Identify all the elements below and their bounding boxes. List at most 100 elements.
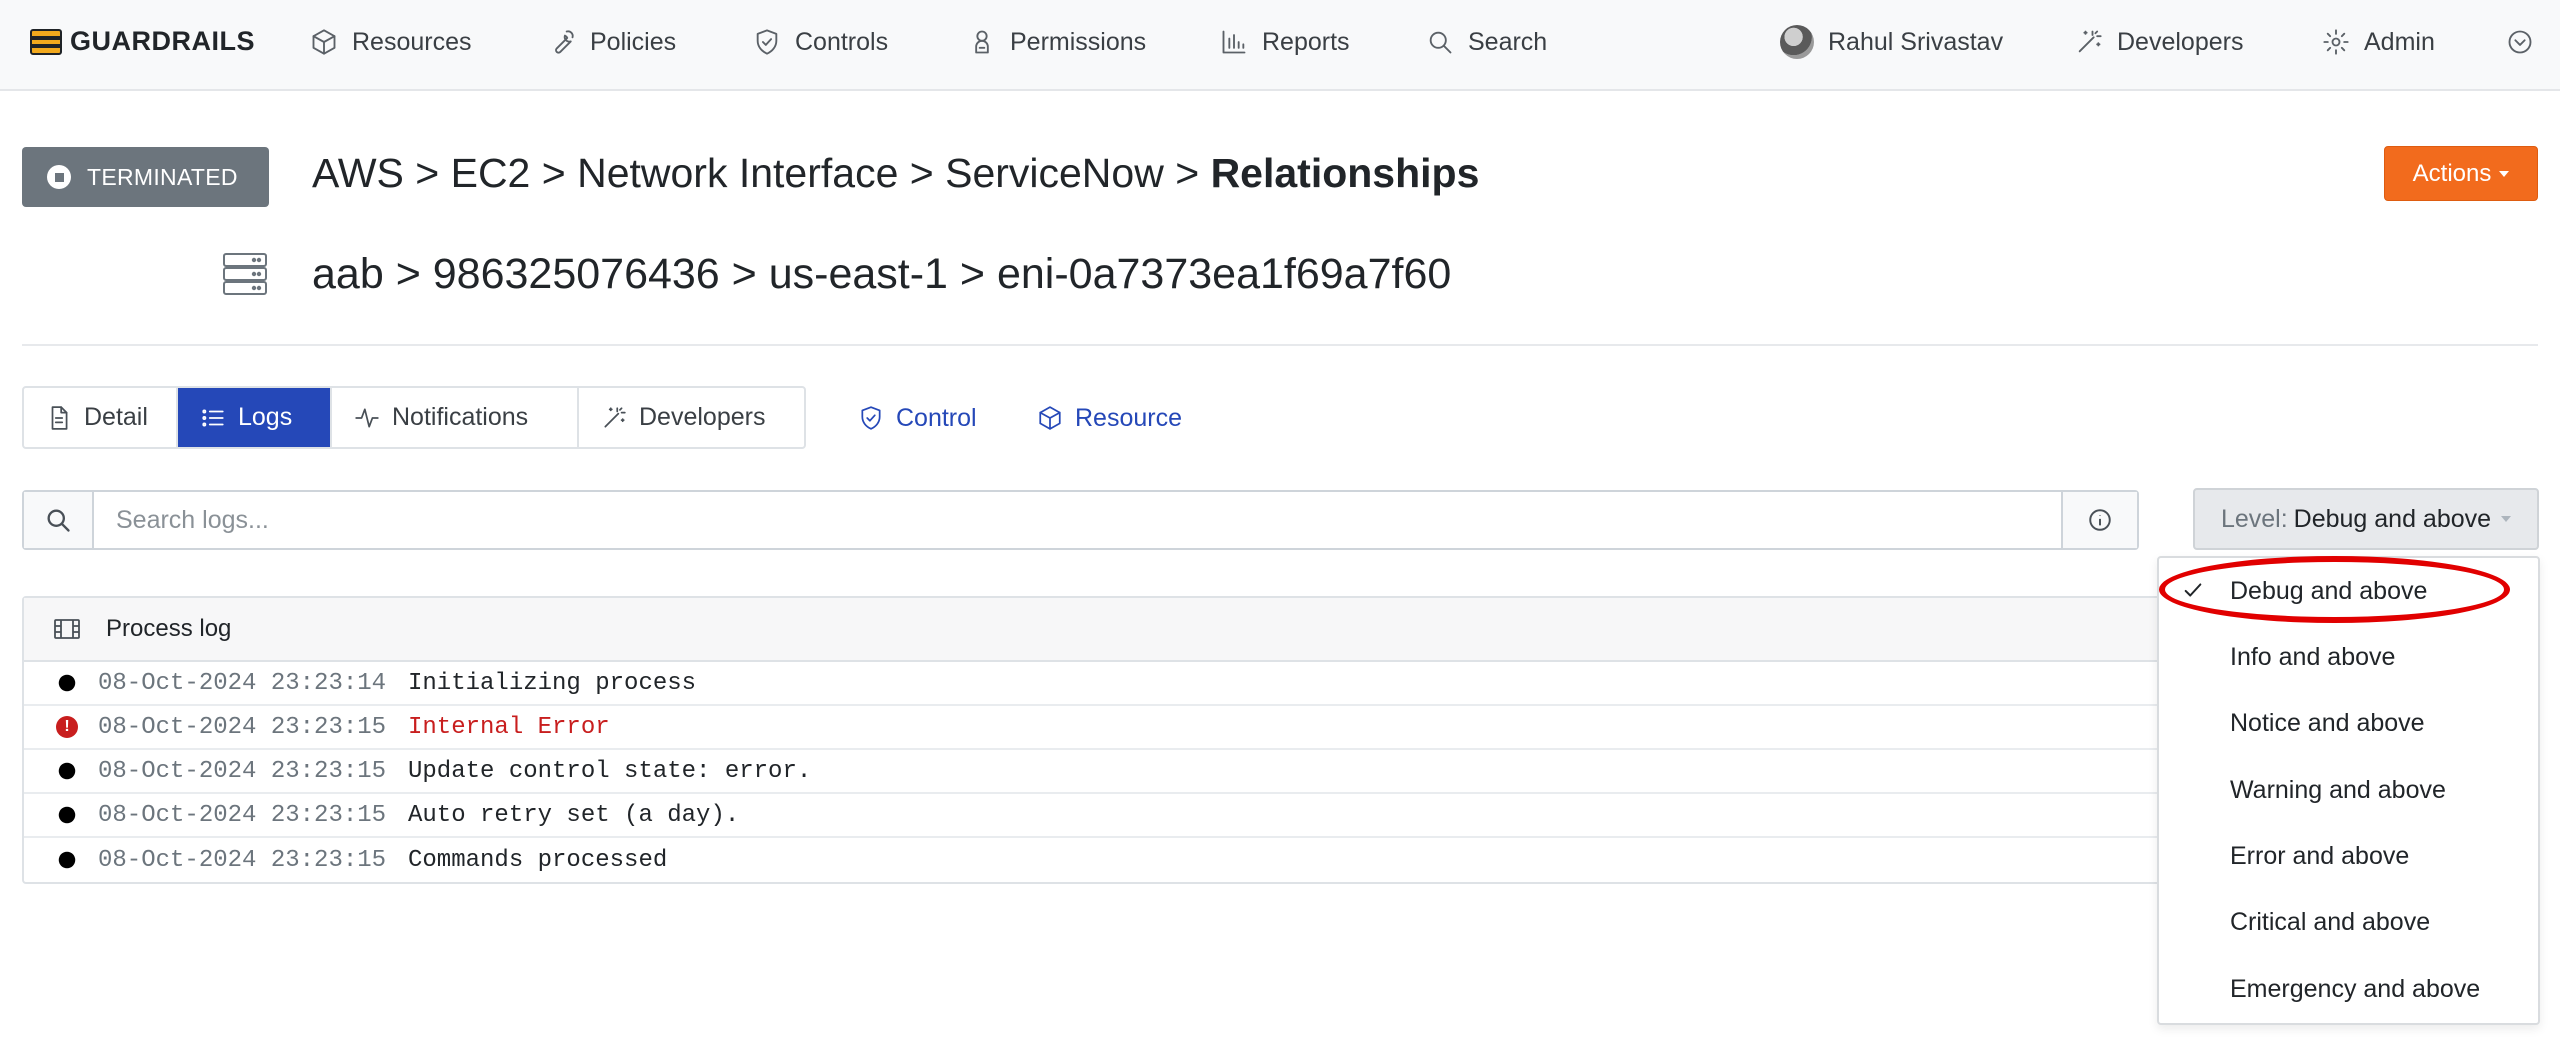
log-message: Commands processed bbox=[408, 846, 668, 874]
nav-policies[interactable]: Policies bbox=[548, 22, 676, 62]
brand[interactable]: GUARDRAILS bbox=[30, 26, 255, 57]
list-icon bbox=[200, 405, 226, 431]
info-icon bbox=[58, 762, 76, 780]
breadcrumb-current: Relationships bbox=[1210, 150, 1480, 196]
level-option-info[interactable]: Info and above bbox=[2159, 627, 2538, 687]
stop-icon bbox=[47, 165, 71, 189]
magic-wand-icon bbox=[2075, 28, 2103, 56]
resource-link-label: Resource bbox=[1075, 403, 1182, 432]
breadcrumb-path[interactable]: AWS > EC2 > Network Interface > ServiceN… bbox=[312, 150, 1211, 196]
magic-wand-icon bbox=[601, 405, 627, 431]
tab-developers[interactable]: Developers bbox=[579, 388, 804, 447]
resource-path[interactable]: aab > 986325076436 > us-east-1 > eni-0a7… bbox=[312, 250, 1451, 299]
nav-reports[interactable]: Reports bbox=[1220, 22, 1350, 62]
nav-controls[interactable]: Controls bbox=[753, 22, 888, 62]
document-icon bbox=[46, 405, 72, 431]
search-info-button[interactable] bbox=[2061, 492, 2137, 548]
nav-admin-label: Admin bbox=[2364, 27, 2435, 56]
nav-more-toggle[interactable] bbox=[2506, 22, 2534, 62]
brand-name: GUARDRAILS bbox=[70, 26, 255, 56]
process-log-title: Process log bbox=[106, 615, 232, 642]
nav-resources-label: Resources bbox=[352, 27, 472, 56]
log-row: 08-Oct-2024 23:23:15 Commands processed bbox=[24, 838, 2200, 882]
control-link[interactable]: Control bbox=[858, 398, 977, 438]
level-value: Debug and above bbox=[2293, 504, 2492, 533]
caret-down-icon bbox=[2501, 516, 2512, 522]
bar-chart-icon bbox=[1220, 28, 1248, 56]
tab-developers-label: Developers bbox=[639, 403, 766, 431]
shield-check-icon bbox=[858, 405, 884, 431]
search-icon bbox=[1426, 28, 1454, 56]
tab-logs-label: Logs bbox=[238, 403, 293, 431]
level-option-notice[interactable]: Notice and above bbox=[2159, 693, 2538, 753]
chevron-circle-down-icon bbox=[2506, 28, 2534, 56]
log-message: Internal Error bbox=[408, 713, 610, 741]
tab-bar: Detail Logs Notifications Developers bbox=[22, 386, 806, 449]
status-label: TERMINATED bbox=[87, 163, 238, 190]
info-icon bbox=[58, 674, 76, 692]
level-option-label: Warning and above bbox=[2230, 775, 2446, 804]
nav-controls-label: Controls bbox=[795, 27, 889, 56]
nav-user[interactable]: Rahul Srivastav bbox=[1780, 22, 2003, 62]
nav-permissions[interactable]: Permissions bbox=[968, 22, 1146, 62]
caret-down-icon bbox=[2499, 170, 2510, 177]
actions-button[interactable]: Actions bbox=[2384, 146, 2538, 201]
nav-developers[interactable]: Developers bbox=[2075, 22, 2243, 62]
cube-icon bbox=[1037, 405, 1063, 431]
level-option-debug[interactable]: Debug and above bbox=[2159, 561, 2538, 621]
log-row: 08-Oct-2024 23:23:15 Auto retry set (a d… bbox=[24, 794, 2200, 838]
nav-reports-label: Reports bbox=[1262, 27, 1350, 56]
shield-check-icon bbox=[753, 28, 781, 56]
process-log-header: Process log bbox=[24, 598, 2200, 662]
log-timestamp: 08-Oct-2024 23:23:15 bbox=[98, 713, 387, 741]
check-icon bbox=[2184, 583, 2202, 597]
level-option-label: Notice and above bbox=[2230, 708, 2425, 737]
nav-developers-label: Developers bbox=[2117, 27, 2244, 56]
level-option-label: Emergency and above bbox=[2230, 974, 2481, 1003]
level-dropdown-toggle[interactable]: Level: Debug and above bbox=[2193, 488, 2539, 550]
server-icon bbox=[223, 253, 267, 295]
log-search-input[interactable] bbox=[94, 492, 2061, 548]
cube-icon bbox=[310, 28, 338, 56]
nav-admin[interactable]: Admin bbox=[2322, 22, 2435, 62]
breadcrumb: AWS > EC2 > Network Interface > ServiceN… bbox=[312, 150, 1479, 197]
top-navbar: GUARDRAILS Resources Policies Controls P… bbox=[0, 0, 2560, 91]
level-option-warning[interactable]: Warning and above bbox=[2159, 760, 2538, 820]
status-badge: TERMINATED bbox=[22, 147, 269, 207]
log-timestamp: 08-Oct-2024 23:23:14 bbox=[98, 669, 387, 697]
nav-resources[interactable]: Resources bbox=[310, 22, 472, 62]
nav-permissions-label: Permissions bbox=[1010, 27, 1147, 56]
log-timestamp: 08-Oct-2024 23:23:15 bbox=[98, 846, 387, 874]
log-timestamp: 08-Oct-2024 23:23:15 bbox=[98, 757, 387, 785]
avatar bbox=[1780, 25, 1814, 59]
film-icon bbox=[54, 619, 80, 639]
level-option-label: Debug and above bbox=[2230, 576, 2428, 605]
info-icon bbox=[2089, 509, 2111, 531]
activity-icon bbox=[354, 405, 380, 431]
header-divider bbox=[22, 344, 2538, 346]
gear-icon bbox=[2322, 28, 2350, 56]
guardrails-logo-icon bbox=[30, 28, 62, 55]
level-label: Level: bbox=[2220, 504, 2288, 533]
wrench-icon bbox=[548, 28, 576, 56]
tab-notifications-label: Notifications bbox=[392, 403, 529, 431]
level-option-error[interactable]: Error and above bbox=[2159, 826, 2538, 886]
level-option-emergency[interactable]: Emergency and above bbox=[2159, 959, 2538, 1019]
tab-notifications[interactable]: Notifications bbox=[332, 388, 579, 447]
tab-detail-label: Detail bbox=[84, 403, 148, 431]
resource-link[interactable]: Resource bbox=[1037, 398, 1182, 438]
level-option-label: Info and above bbox=[2230, 642, 2396, 671]
info-icon bbox=[58, 851, 76, 869]
log-row: ! 08-Oct-2024 23:23:15 Internal Error bbox=[24, 706, 2200, 750]
info-icon bbox=[58, 806, 76, 824]
nav-search-label: Search bbox=[1468, 27, 1548, 56]
tab-logs[interactable]: Logs bbox=[178, 388, 332, 447]
log-message: Update control state: error. bbox=[408, 757, 812, 785]
nav-search[interactable]: Search bbox=[1426, 22, 1547, 62]
user-badge-icon bbox=[968, 28, 996, 56]
log-message: Auto retry set (a day). bbox=[408, 801, 740, 829]
level-option-label: Error and above bbox=[2230, 841, 2410, 870]
error-icon: ! bbox=[56, 716, 78, 738]
level-option-critical[interactable]: Critical and above bbox=[2159, 892, 2538, 952]
tab-detail[interactable]: Detail bbox=[24, 388, 178, 447]
